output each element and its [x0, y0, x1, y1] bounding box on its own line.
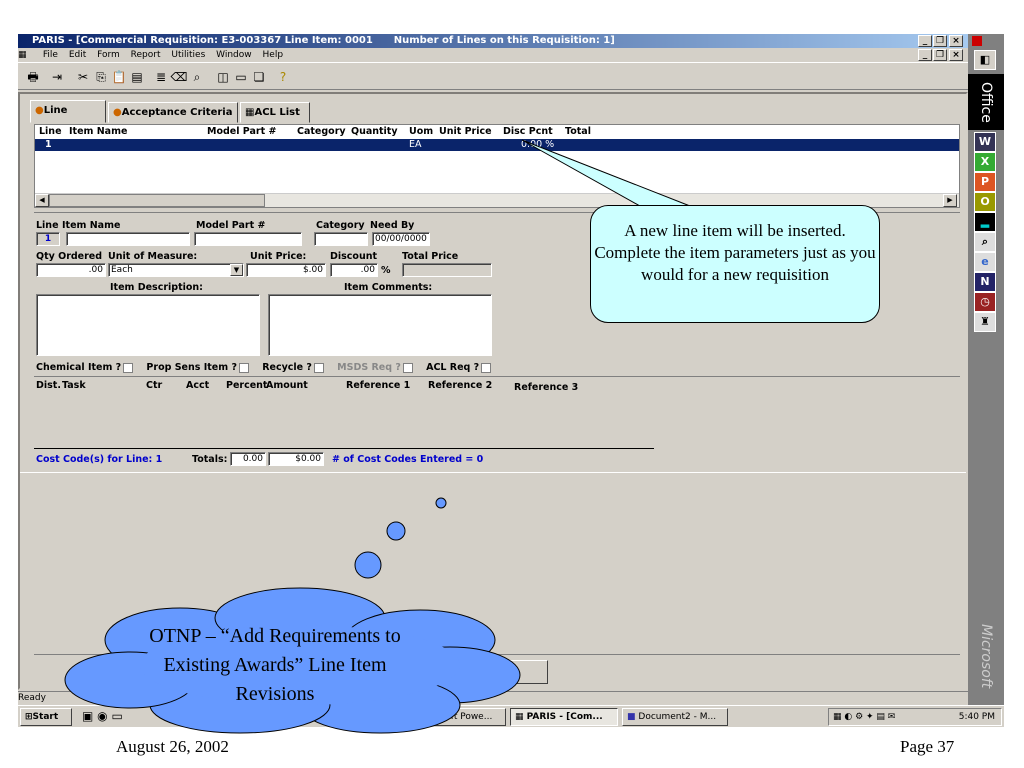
callout-note: A new line item will be inserted. Comple… [590, 205, 880, 323]
callout-pointer [521, 139, 691, 207]
slide-page-number: Page 37 [900, 737, 955, 756]
thought-bubble-small [435, 497, 447, 509]
thought-bubble-medium [386, 521, 406, 541]
thought-bubble-large [354, 551, 382, 579]
slide-date: August 26, 2002 [116, 737, 229, 756]
cloud-note: OTNP – “Add Requirements to Existing Awa… [149, 625, 401, 705]
